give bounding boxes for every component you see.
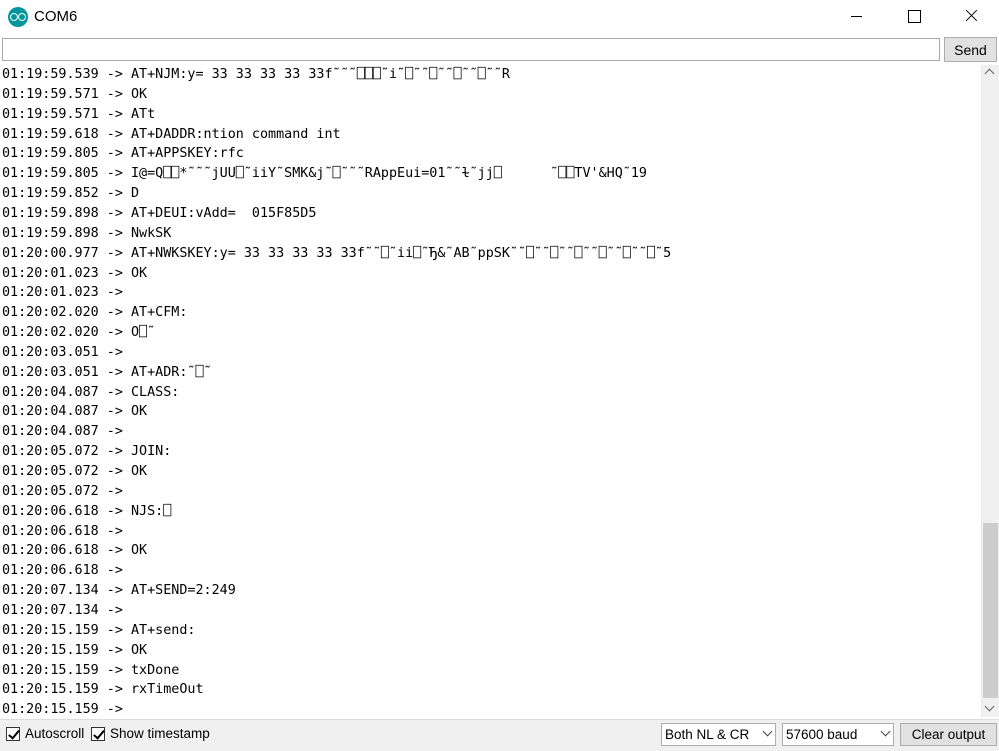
output-line: 01:20:02.020 -> O⎕˜ [2,325,156,341]
output-line: 01:20:02.020 -> AT+CFM: [2,305,188,321]
output-line: 01:19:59.571 -> ATt [2,106,156,122]
scroll-up-icon[interactable] [982,65,999,82]
output-line: 01:20:15.159 -> OK [2,642,148,658]
autoscroll-checkbox[interactable] [6,727,20,741]
output-line: 01:19:59.898 -> NwkSK [2,225,172,241]
arduino-logo-icon [8,7,28,27]
output-line: 01:20:03.051 -> [2,344,131,360]
chevron-down-icon [762,726,773,737]
output-line: 01:20:06.618 -> [2,563,131,579]
output-line: 01:20:04.087 -> [2,424,131,440]
chevron-down-icon [880,726,891,737]
output-line: 01:20:05.072 -> OK [2,464,148,479]
send-button[interactable]: Send [944,37,997,62]
output-line: 01:19:59.898 -> AT+DEUI:vAdd= 015F85D5 [2,205,317,221]
output-line: 01:19:59.539 -> AT+NJM:y= 33 33 33 33 33… [2,67,510,82]
output-line: 01:19:59.852 -> D [2,186,140,202]
timestamp-checkbox[interactable] [91,727,105,741]
title-bar: COM6 [0,0,999,34]
output-line: 01:20:00.977 -> AT+NWKSKEY:y= 33 33 33 3… [2,245,672,261]
line-ending-select[interactable]: Both NL & CR [661,723,776,746]
scroll-down-icon[interactable] [982,700,999,717]
vertical-scrollbar[interactable] [981,65,999,717]
output-line: 01:20:15.159 -> AT+send: [2,622,196,638]
output-line: 01:20:15.159 -> rxTimeOut [2,682,204,698]
status-bar: Autoscroll Show timestamp Both NL & CR 5… [0,719,999,751]
output-line: 01:20:15.159 -> [2,702,131,717]
output-line: 01:20:06.618 -> NJS:⎕ [2,503,172,519]
line-ending-value: Both NL & CR [665,727,750,742]
maximize-icon[interactable] [885,0,943,32]
output-line: 01:19:59.805 -> AT+APPSKEY:rfc [2,146,244,162]
output-line: 01:19:59.571 -> OK [2,86,148,102]
output-line: 01:20:07.134 -> AT+SEND=2:249 [2,583,236,599]
output-line: 01:20:03.051 -> AT+ADR:˜⎕˜ [2,364,212,380]
baud-rate-value: 57600 baud [786,727,858,742]
output-line: 01:20:04.087 -> CLASS: [2,384,180,400]
output-line: 01:20:06.618 -> [2,523,131,539]
output-line: 01:20:06.618 -> OK [2,543,148,559]
scroll-thumb[interactable] [983,523,998,698]
close-icon[interactable] [942,0,999,32]
baud-rate-select[interactable]: 57600 baud [782,723,894,746]
output-line: 01:20:15.159 -> txDone [2,662,180,678]
clear-output-button[interactable]: Clear output [900,723,997,746]
serial-output[interactable]: 01:19:59.539 -> AT+NJM:y= 33 33 33 33 33… [0,65,981,717]
output-line: 01:19:59.618 -> AT+DADDR:ntion command i… [2,126,341,142]
output-line: 01:20:05.072 -> [2,483,131,499]
output-line: 01:20:01.023 -> [2,285,131,301]
timestamp-label[interactable]: Show timestamp [110,726,210,741]
serial-input[interactable] [2,38,940,61]
output-line: 01:20:01.023 -> OK [2,265,148,281]
window-title: COM6 [34,8,78,25]
autoscroll-label[interactable]: Autoscroll [25,726,84,741]
output-line: 01:20:05.072 -> JOIN: [2,444,172,460]
output-line: 01:19:59.805 -> I@=Q⎕⎕*˜˜˜jUU⎕˜iiY˜SMK&j… [2,166,647,182]
minimize-icon[interactable] [828,0,886,32]
output-line: 01:20:07.134 -> [2,602,131,618]
output-line: 01:20:04.087 -> OK [2,404,148,420]
